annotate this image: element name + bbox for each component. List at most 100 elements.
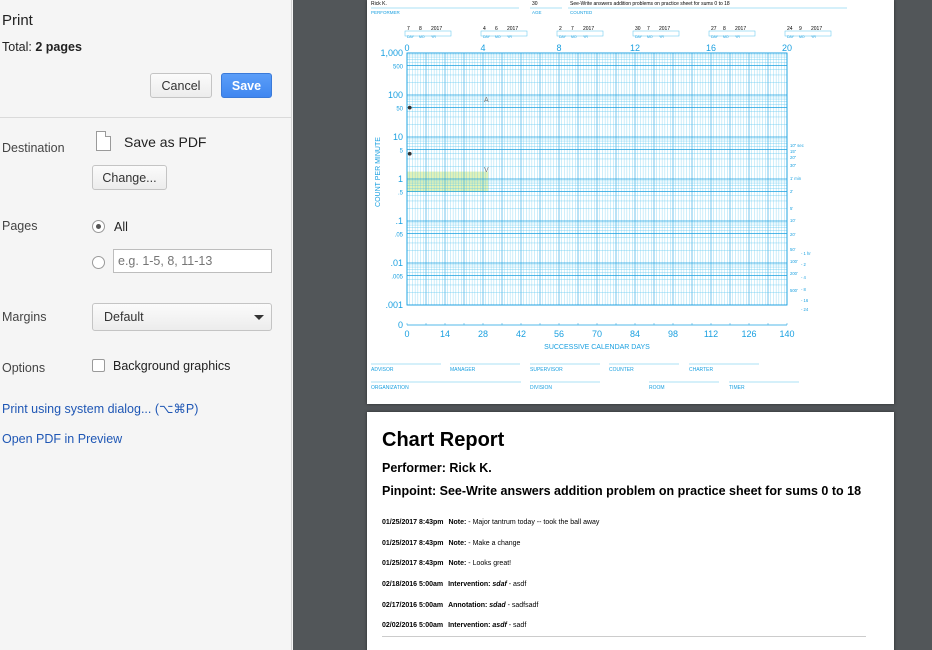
y-tick-label: 500 <box>393 65 404 71</box>
date-caption: MO <box>419 35 425 39</box>
aim-down-marker: V <box>484 167 489 174</box>
pages-all-radio[interactable] <box>92 220 105 233</box>
footer-caption: SUPERVISOR <box>530 367 563 373</box>
note-date: 01/25/2017 8:43pm <box>382 560 444 567</box>
day-tick-label: 70 <box>592 329 602 339</box>
total-value: 2 pages <box>35 40 82 54</box>
day-tick-label: 42 <box>516 329 526 339</box>
background-graphics-checkbox[interactable] <box>92 359 105 372</box>
x-axis-label: SUCCESSIVE CALENDAR DAYS <box>544 344 650 351</box>
record-floor-label: - 4 <box>801 275 807 280</box>
document-icon <box>96 131 111 151</box>
performer-value: Rick K. <box>371 1 387 7</box>
footer-caption: ADVISOR <box>371 367 394 373</box>
y-tick-label: .05 <box>395 233 404 239</box>
day-tick-label: 112 <box>704 329 718 339</box>
note-text: - asdf <box>508 581 527 588</box>
total-label: Total: <box>2 40 32 54</box>
footer-caption: ROOM <box>649 385 665 391</box>
record-floor-label: - 24 <box>801 307 809 312</box>
pages-range-radio[interactable] <box>92 256 105 269</box>
note-text: - Make a change <box>468 540 521 547</box>
date-caption: DAY <box>635 35 643 39</box>
note-kind: Note: <box>448 540 467 547</box>
age-caption: AGE <box>532 10 542 15</box>
divider <box>382 636 866 637</box>
y-tick-label: 50 <box>396 107 403 113</box>
note-date: 02/18/2016 5:00am <box>382 581 444 588</box>
report-note: 01/25/2017 8:43pm Note: - Major tantrum … <box>382 519 599 526</box>
y-axis-label: COUNT PER MINUTE <box>375 137 382 207</box>
report-note: 02/18/2016 5:00am Intervention: sdaf - a… <box>382 581 526 588</box>
aim-up-marker: A <box>484 97 489 104</box>
date-caption: YR <box>583 35 588 39</box>
date-caption: YR <box>811 35 816 39</box>
week-tick-label: 8 <box>556 43 561 53</box>
change-destination-button[interactable]: Change... <box>92 165 167 190</box>
note-date: 01/25/2017 8:43pm <box>382 519 444 526</box>
y-tick-label: 1 <box>398 174 403 184</box>
record-floor-label: 30" <box>790 163 797 168</box>
y-tick-label: 10 <box>393 132 403 142</box>
note-date: 02/17/2016 5:00am <box>382 602 444 609</box>
system-dialog-link[interactable]: Print using system dialog... (⌥⌘P) <box>2 401 198 416</box>
note-date: 02/02/2016 5:00am <box>382 622 444 629</box>
day-tick-label: 126 <box>741 329 756 339</box>
week-tick-label: 16 <box>706 43 716 53</box>
note-text: - sadfsadf <box>507 602 539 609</box>
margins-select[interactable]: Default <box>92 303 272 331</box>
footer-caption: TIMER <box>729 385 745 391</box>
record-floor-label: - 2 <box>801 262 807 267</box>
note-kind: Note: <box>448 560 467 567</box>
counted-caption: COUNTED <box>570 10 593 15</box>
day-tick-label: 56 <box>554 329 564 339</box>
y-tick-label: .001 <box>385 300 403 310</box>
date-caption: MO <box>495 35 501 39</box>
date-caption: DAY <box>483 35 491 39</box>
celeration-chart: Rick K. PERFORMER 30 AGE See-Write answers a… <box>371 1 847 391</box>
day-tick-label: 0 <box>404 329 409 339</box>
date-caption: YR <box>735 35 740 39</box>
record-floor-label: 10" sec <box>790 143 804 148</box>
age-value: 30 <box>532 1 538 7</box>
date-caption: DAY <box>787 35 795 39</box>
note-kind: Annotation: <box>448 602 488 609</box>
day-tick-label: 98 <box>668 329 678 339</box>
open-pdf-preview-link[interactable]: Open PDF in Preview <box>2 432 122 446</box>
day-tick-label: 14 <box>440 329 450 339</box>
note-text: - Major tantrum today -- took the ball a… <box>468 519 600 526</box>
record-floor-label: - 8 <box>801 287 807 292</box>
save-button[interactable]: Save <box>221 73 272 98</box>
date-caption: DAY <box>559 35 567 39</box>
note-tag: asdf <box>492 622 507 629</box>
data-point <box>407 151 412 156</box>
pages-range-input[interactable] <box>113 249 272 273</box>
pages-all-label: All <box>114 220 128 234</box>
record-floor-label: 20" <box>790 155 797 160</box>
report-note: 02/02/2016 5:00am Intervention: asdf - s… <box>382 622 526 629</box>
day-tick-label: 28 <box>478 329 488 339</box>
print-title: Print <box>2 12 33 29</box>
report-note: 02/17/2016 5:00am Annotation: sdad - sad… <box>382 602 538 609</box>
record-floor-label: - 16 <box>801 298 809 303</box>
y-tick-label: 100 <box>388 90 403 100</box>
cancel-button[interactable]: Cancel <box>150 73 212 98</box>
date-caption: DAY <box>711 35 719 39</box>
week-tick-label: 20 <box>782 43 792 53</box>
note-kind: Note: <box>448 519 467 526</box>
print-preview-area[interactable]: Rick K. PERFORMER 30 AGE See-Write answers a… <box>293 0 932 650</box>
note-kind: Intervention: <box>448 581 491 588</box>
note-tag: sdaf <box>492 581 507 588</box>
destination-label: Destination <box>2 141 65 155</box>
footer-caption: CHARTER <box>689 367 713 373</box>
footer-caption: ORGANIZATION <box>371 385 409 391</box>
record-floor-label: 20' <box>790 232 796 237</box>
y-tick-label: 5 <box>400 149 404 155</box>
footer-caption: COUNTER <box>609 367 634 373</box>
footer-caption: MANAGER <box>450 367 476 373</box>
day-tick-label: 140 <box>779 329 794 339</box>
date-caption: YR <box>659 35 664 39</box>
week-tick-label: 0 <box>404 43 409 53</box>
week-tick-label: 4 <box>480 43 485 53</box>
date-caption: MO <box>571 35 577 39</box>
